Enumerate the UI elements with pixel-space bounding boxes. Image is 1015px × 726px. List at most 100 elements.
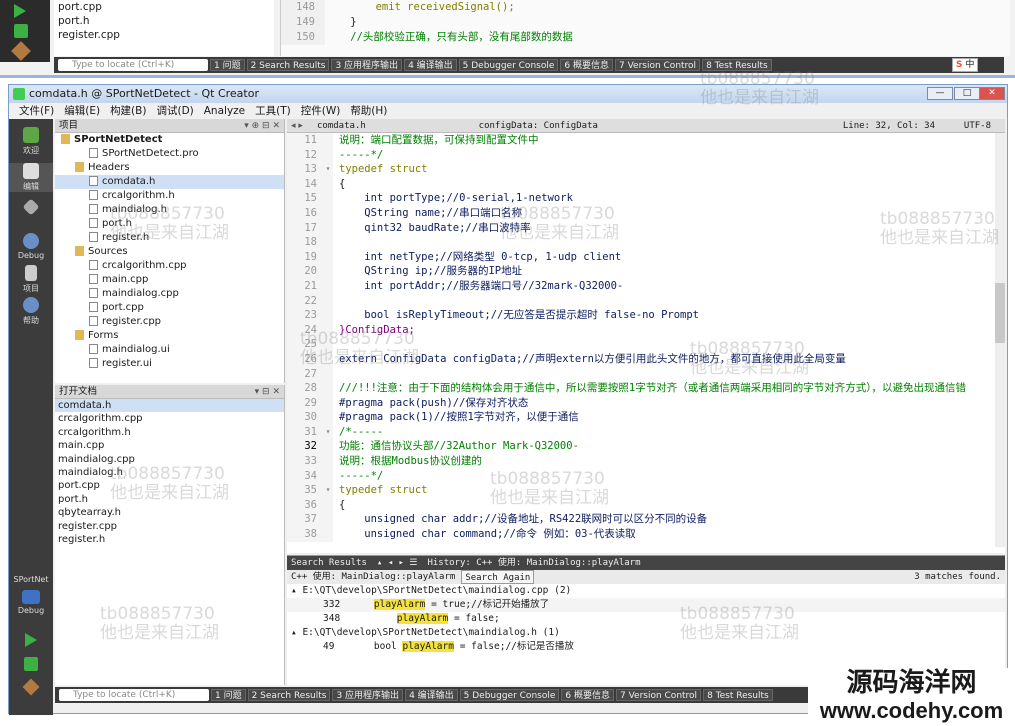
tree-item[interactable]: maindialog.cpp (55, 287, 284, 301)
fold-marker-icon[interactable]: ▾ (323, 162, 333, 177)
open-document-item[interactable]: port.h (55, 493, 284, 506)
code-row[interactable]: 29 #pragma pack(push)//保存对齐状态 (287, 395, 1005, 411)
code-row[interactable]: 16 QString name;//串口端口名称 (287, 205, 1005, 221)
code-row[interactable]: 11 说明：端口配置数据，可保持到配置文件中 (287, 133, 1005, 148)
tree-item[interactable]: SPortNetDetect.pro (55, 147, 284, 161)
code-row[interactable]: 21 int portAddr;//服务器端口号//32mark-Q32000- (287, 278, 1005, 294)
fold-marker-icon[interactable] (323, 410, 333, 425)
output-tab[interactable]: 3 应用程序输出 (331, 59, 403, 71)
tree-item[interactable]: register.cpp (55, 315, 284, 329)
tree-item[interactable]: Forms (55, 329, 284, 343)
tree-item[interactable]: port.cpp (55, 301, 284, 315)
open-document-item[interactable]: comdata.h (55, 399, 284, 413)
open-document-item[interactable]: register.cpp (55, 520, 284, 533)
file-item[interactable]: port.cpp (54, 0, 274, 14)
tree-item[interactable]: port.h (55, 217, 284, 231)
run-icon[interactable] (25, 633, 37, 647)
mode-help[interactable]: 帮助 (9, 297, 53, 326)
menu-build[interactable]: 构建(B) (110, 103, 146, 119)
fold-marker-icon[interactable] (323, 351, 333, 367)
minimize-button[interactable]: — (927, 87, 953, 100)
code-row[interactable]: 24}ConfigData; (287, 322, 1005, 338)
debug-run-icon[interactable] (14, 24, 28, 38)
build-icon[interactable] (11, 41, 31, 61)
fold-marker-icon[interactable]: ▾ (323, 483, 333, 498)
scroll-thumb[interactable] (995, 283, 1005, 343)
code-row[interactable]: 26 extern ConfigData configData;//声明exter… (287, 351, 1005, 367)
run-icon[interactable] (14, 4, 26, 18)
output-tab[interactable]: 5 Debugger Console (459, 689, 560, 701)
editor-file-tab[interactable]: comdata.h (317, 121, 366, 131)
tree-item[interactable]: comdata.h (55, 175, 284, 189)
code-row[interactable]: 23 bool isReplyTimeout;//无应答是否提示超时 false… (287, 308, 1005, 323)
code-row[interactable]: 31 ▾ /*----- (287, 424, 1005, 440)
mode-edit[interactable]: 编辑 (9, 163, 53, 192)
output-tab[interactable]: 4 编译输出 (405, 689, 458, 701)
fold-marker-icon[interactable] (323, 322, 333, 338)
code-area[interactable]: 11 说明：端口配置数据，可保持到配置文件中 12 -----*/13 ▾ typedef… (287, 133, 1005, 547)
locator-input[interactable]: Type to locate (Ctrl+K) (59, 689, 209, 701)
tree-item[interactable]: maindialog.ui (55, 343, 284, 357)
fold-marker-icon[interactable] (323, 468, 333, 484)
code-editor[interactable]: ◂ ▸ comdata.h configData: ConfigData Lin… (287, 119, 1005, 553)
open-document-item[interactable]: register.h (55, 533, 284, 546)
expand-icon[interactable]: ▴ (291, 627, 302, 638)
open-document-item[interactable]: maindialog.cpp (55, 453, 284, 466)
tree-item[interactable]: crcalgorithm.h (55, 189, 284, 203)
output-tab[interactable]: 6 概要信息 (560, 59, 613, 71)
tree-item[interactable]: register.ui (55, 357, 284, 371)
code-row[interactable]: 20 QString ip;//服务器的IP地址 (287, 264, 1005, 279)
tree-item[interactable]: maindialog.h (55, 203, 284, 217)
output-tab[interactable]: 4 编译输出 (404, 59, 457, 71)
file-item[interactable]: register.cpp (54, 28, 274, 42)
fold-marker-icon[interactable] (323, 264, 333, 279)
code-row[interactable]: 33 说明：根据Modbus协议创建的 (287, 454, 1005, 469)
fold-marker-icon[interactable] (323, 235, 333, 250)
menu-widgets[interactable]: 控件(W) (301, 103, 341, 119)
fold-marker-icon[interactable] (323, 395, 333, 411)
code-row[interactable]: 38 unsigned char command;//命令 例如：03-代表读取 (287, 527, 1005, 542)
result-file[interactable]: ▴ E:\QT\develop\SPortNetDetect\maindialo… (287, 584, 1005, 598)
fold-marker-icon[interactable] (323, 497, 333, 513)
menu-help[interactable]: 帮助(H) (350, 103, 387, 119)
output-tab[interactable]: 3 应用程序输出 (332, 689, 404, 701)
menu-edit[interactable]: 编辑(E) (64, 103, 100, 119)
code-row[interactable]: 12 -----*/ (287, 147, 1005, 163)
fold-marker-icon[interactable] (323, 205, 333, 221)
tree-item[interactable]: SPortNetDetect (55, 133, 284, 147)
fold-marker-icon[interactable] (323, 191, 333, 206)
expand-icon[interactable]: ▴ (291, 585, 302, 596)
tree-item[interactable]: register.h (55, 231, 284, 245)
mode-welcome[interactable]: 欢迎 (9, 127, 53, 156)
fold-marker-icon[interactable] (323, 220, 333, 236)
close-button[interactable]: ✕ (979, 87, 1005, 100)
code-row[interactable]: 25 (287, 337, 1005, 352)
nav-arrows-icon[interactable]: ◂ ▸ (291, 119, 303, 133)
code-row[interactable]: 19 int netType;//网络类型 0-tcp, 1-udp clien… (287, 249, 1005, 265)
output-tab[interactable]: 2 Search Results (246, 59, 330, 71)
locator-input[interactable]: Type to locate (Ctrl+K) (58, 59, 208, 71)
fold-marker-icon[interactable] (323, 512, 333, 528)
debug-run-icon[interactable] (24, 657, 38, 671)
fold-marker-icon[interactable] (323, 293, 333, 309)
output-tab[interactable]: 1 问题 (210, 59, 245, 71)
pane-tools-icon[interactable]: ▾ ⊟ ✕ (255, 385, 280, 399)
tree-item[interactable]: Sources (55, 245, 284, 259)
file-item[interactable]: port.h (54, 14, 274, 28)
open-document-item[interactable]: port.cpp (55, 479, 284, 492)
code-row[interactable]: 17 qint32 baudRate;//串口波特率 (287, 220, 1005, 236)
mode-debug[interactable]: Debug (9, 233, 53, 260)
code-row[interactable]: 22 (287, 293, 1005, 309)
tree-item[interactable]: crcalgorithm.cpp (55, 259, 284, 273)
output-tab[interactable]: 8 Test Results (703, 689, 773, 701)
output-tab[interactable]: 8 Test Results (702, 59, 772, 71)
fold-marker-icon[interactable] (323, 527, 333, 542)
code-row[interactable]: 36 { (287, 497, 1005, 513)
code-row[interactable]: 13 ▾ typedef struct (287, 162, 1005, 177)
output-tab[interactable]: 7 Version Control (614, 59, 701, 71)
mode-design[interactable] (9, 198, 53, 216)
code-row[interactable]: 14 { (287, 176, 1005, 192)
code-row[interactable]: 37 unsigned char addr;//设备地址，RS422联网时可以区… (287, 512, 1005, 528)
search-history[interactable]: History: C++ 使用: MainDialog::playAlarm (427, 556, 640, 570)
menu-file[interactable]: 文件(F) (19, 103, 54, 119)
